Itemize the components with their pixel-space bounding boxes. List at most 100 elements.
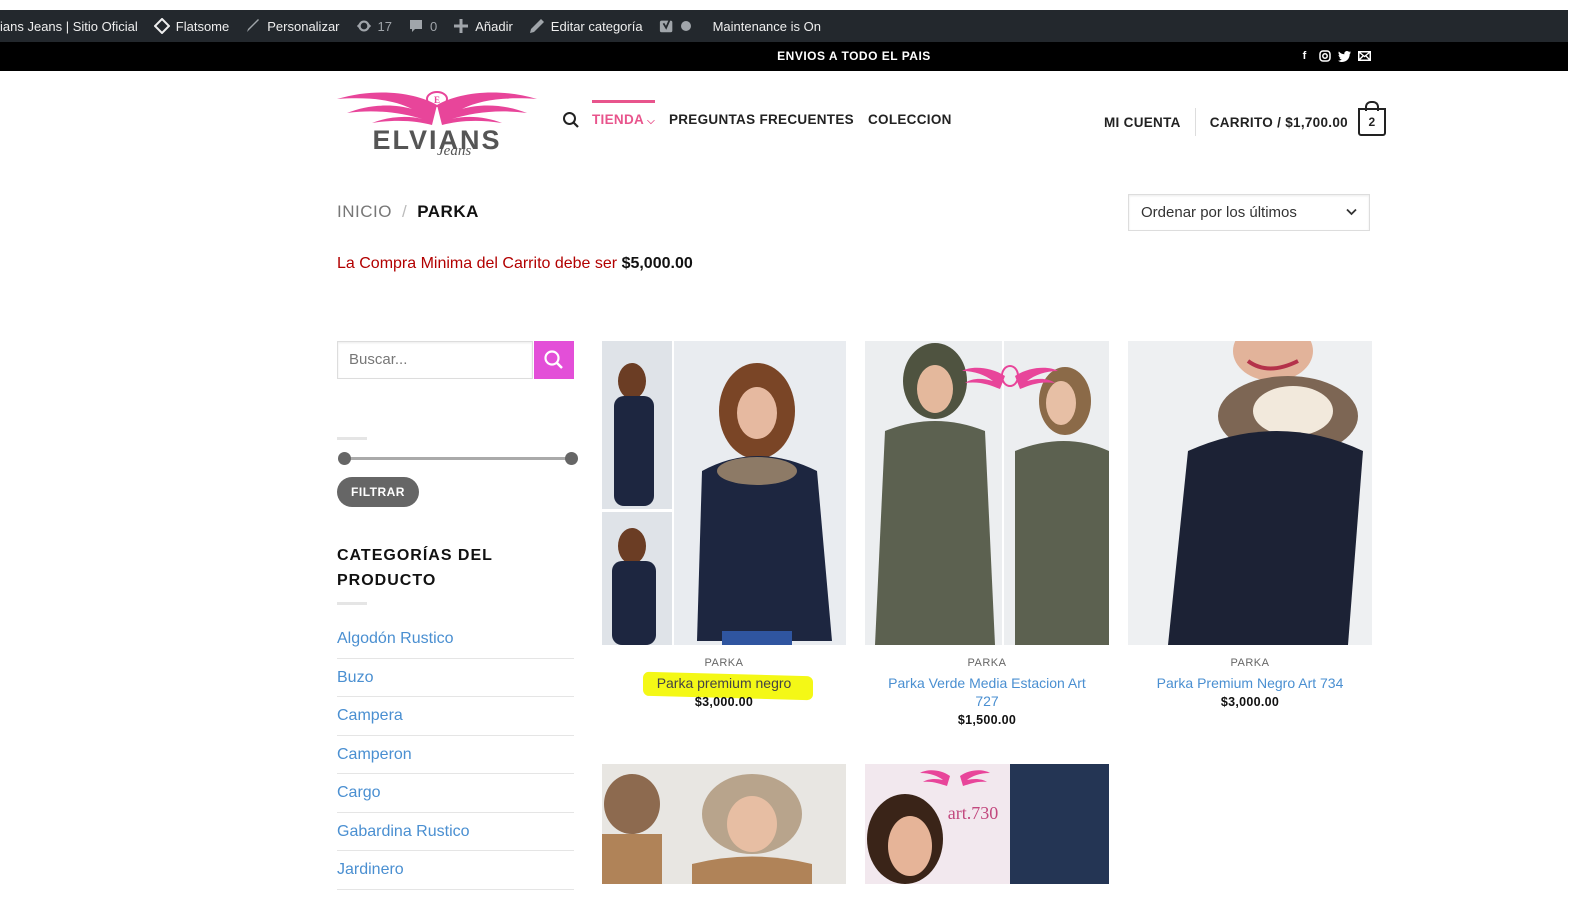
product-card[interactable]: PARKA Parka Premium Negro Art 734 $3,000… — [1128, 341, 1372, 709]
category-item[interactable]: Camperon — [337, 736, 574, 774]
header-right-nav: MI CUENTA CARRITO / $1,700.00 2 — [1104, 101, 1386, 136]
admin-bar-edit-category[interactable]: Editar categoría — [521, 10, 651, 42]
top-bar: ENVIOS A TODO EL PAIS f — [0, 42, 1568, 71]
filter-button[interactable]: FILTRAR — [337, 477, 419, 507]
main-nav: TIENDA ⌵ PREGUNTAS FRECUENTES COLECCION — [562, 100, 966, 131]
chevron-down-icon: ⌵ — [647, 116, 655, 127]
cart-count-badge[interactable]: 2 — [1357, 101, 1386, 136]
product-category[interactable]: PARKA — [602, 657, 846, 669]
price-slider-max-handle[interactable] — [565, 452, 578, 465]
breadcrumb-separator: / — [401, 202, 408, 221]
nav-item-preguntas-frecuentes[interactable]: PREGUNTAS FRECUENTES — [669, 108, 854, 131]
category-item[interactable]: Campera — [337, 697, 574, 736]
site-name-label: ians Jeans | Sitio Oficial — [0, 18, 138, 34]
category-item[interactable]: Jardinero — [337, 851, 574, 890]
nav-item-coleccion[interactable]: COLECCION — [868, 108, 952, 131]
sidebar-search: Buscar... — [337, 341, 574, 379]
notice-text: La Compra Minima del Carrito debe ser — [337, 255, 622, 272]
nav-divider — [1194, 108, 1196, 136]
theme-label: Flatsome — [175, 18, 230, 34]
admin-bar-add-new[interactable]: Añadir — [445, 10, 521, 42]
admin-bar-comments[interactable]: 0 — [400, 10, 445, 42]
search-icon[interactable] — [562, 111, 580, 129]
product-category[interactable]: PARKA — [1128, 657, 1372, 669]
category-item[interactable]: Gabardina Rustico — [337, 813, 574, 851]
admin-bar: ians Jeans | Sitio Oficial Flatsome Pers… — [0, 10, 1568, 42]
product-name[interactable]: Parka premium negro — [602, 674, 846, 692]
divider — [337, 602, 367, 605]
product-name[interactable]: Parka Verde Media Estacion Art 727 — [865, 674, 1109, 710]
product-card[interactable]: PARKA Parka premium negro $3,000.00 — [602, 341, 846, 709]
brush-icon — [245, 18, 261, 34]
nav-item-tienda[interactable]: TIENDA ⌵ — [592, 100, 655, 131]
social-icons: f — [1298, 49, 1371, 63]
categories-title: CATEGORÍAS DEL PRODUCTO — [337, 547, 493, 589]
site-header: E ELVIANS Jeans TIENDA ⌵ PREGUNTAS FRECUE… — [0, 71, 1568, 171]
notice-amount: $5,000.00 — [621, 255, 693, 272]
chevron-down-icon — [1346, 203, 1357, 219]
product-photo-parka-black — [602, 341, 846, 645]
product-category[interactable]: PARKA — [865, 657, 1109, 669]
status-dot-icon — [680, 21, 691, 31]
search-button[interactable] — [534, 341, 574, 379]
breadcrumb-current: PARKA — [417, 202, 479, 221]
comment-icon — [408, 18, 424, 34]
minimum-cart-notice: La Compra Minima del Carrito debe ser $5… — [337, 255, 693, 273]
instagram-icon[interactable] — [1318, 49, 1331, 63]
maintenance-label: Maintenance is On — [712, 18, 821, 34]
search-input[interactable]: Buscar... — [337, 341, 533, 379]
product-photo-parka-black-734 — [1128, 341, 1372, 645]
category-item[interactable]: Buzo — [337, 659, 574, 697]
breadcrumb-home[interactable]: INICIO — [337, 202, 392, 221]
category-item[interactable]: Cargo — [337, 774, 574, 813]
product-photo-art-730: art.730 — [865, 764, 1109, 884]
orderby-selected: Ordenar por los últimos — [1141, 204, 1297, 221]
add-new-label: Añadir — [475, 18, 513, 34]
breadcrumb: INICIO / PARKA — [337, 202, 479, 222]
updates-count: 17 — [377, 18, 392, 34]
scrollbar-area — [1568, 0, 1591, 897]
product-photo-parka-camel — [602, 764, 846, 884]
twitter-icon[interactable] — [1338, 49, 1351, 63]
email-icon[interactable] — [1358, 49, 1371, 63]
category-list: Algodón Rustico Buzo Campera Camperon Ca… — [337, 620, 574, 890]
orderby-select[interactable]: Ordenar por los últimos — [1128, 194, 1370, 231]
price-slider-min-handle[interactable] — [338, 452, 351, 465]
site-logo[interactable]: E ELVIANS Jeans — [337, 85, 537, 165]
account-link[interactable]: MI CUENTA — [1104, 115, 1181, 130]
product-price: $3,000.00 — [694, 695, 754, 709]
pencil-icon — [529, 18, 545, 34]
product-image[interactable] — [602, 341, 846, 645]
comments-count: 0 — [429, 18, 438, 34]
flatsome-icon — [153, 18, 170, 34]
product-card[interactable]: PARKA Parka Verde Media Estacion Art 727… — [865, 341, 1109, 727]
facebook-icon[interactable]: f — [1298, 49, 1311, 63]
logo-subtext: Jeans — [437, 143, 472, 159]
admin-bar-theme[interactable]: Flatsome — [146, 10, 237, 42]
plus-icon — [453, 18, 469, 34]
search-icon — [544, 350, 563, 369]
admin-bar-customize[interactable]: Personalizar — [237, 10, 347, 42]
price-slider-track[interactable] — [344, 457, 571, 460]
product-card[interactable]: art.730 — [865, 764, 1109, 884]
product-price: $1,500.00 — [957, 713, 1017, 727]
updates-icon — [356, 18, 372, 34]
admin-bar-updates[interactable]: 17 — [348, 10, 400, 42]
cart-link[interactable]: CARRITO / $1,700.00 — [1210, 115, 1348, 130]
nav-item-label: TIENDA — [592, 112, 645, 127]
product-name[interactable]: Parka Premium Negro Art 734 — [1128, 674, 1372, 692]
customize-label: Personalizar — [267, 18, 340, 34]
product-card[interactable] — [602, 764, 846, 884]
edit-category-label: Editar categoría — [550, 18, 643, 34]
admin-bar-site-name[interactable]: ians Jeans | Sitio Oficial — [0, 10, 146, 42]
svg-text:E: E — [434, 95, 440, 105]
product-image[interactable] — [1128, 341, 1372, 645]
admin-bar-yoast[interactable] — [651, 10, 699, 42]
art-code-label: art.730 — [948, 803, 998, 823]
product-image[interactable]: art.730 — [865, 764, 1109, 884]
product-image[interactable] — [865, 341, 1109, 645]
product-image[interactable] — [602, 764, 846, 884]
admin-bar-maintenance[interactable]: Maintenance is On — [699, 10, 829, 42]
product-price: $3,000.00 — [1220, 695, 1280, 709]
category-item[interactable]: Algodón Rustico — [337, 620, 574, 659]
